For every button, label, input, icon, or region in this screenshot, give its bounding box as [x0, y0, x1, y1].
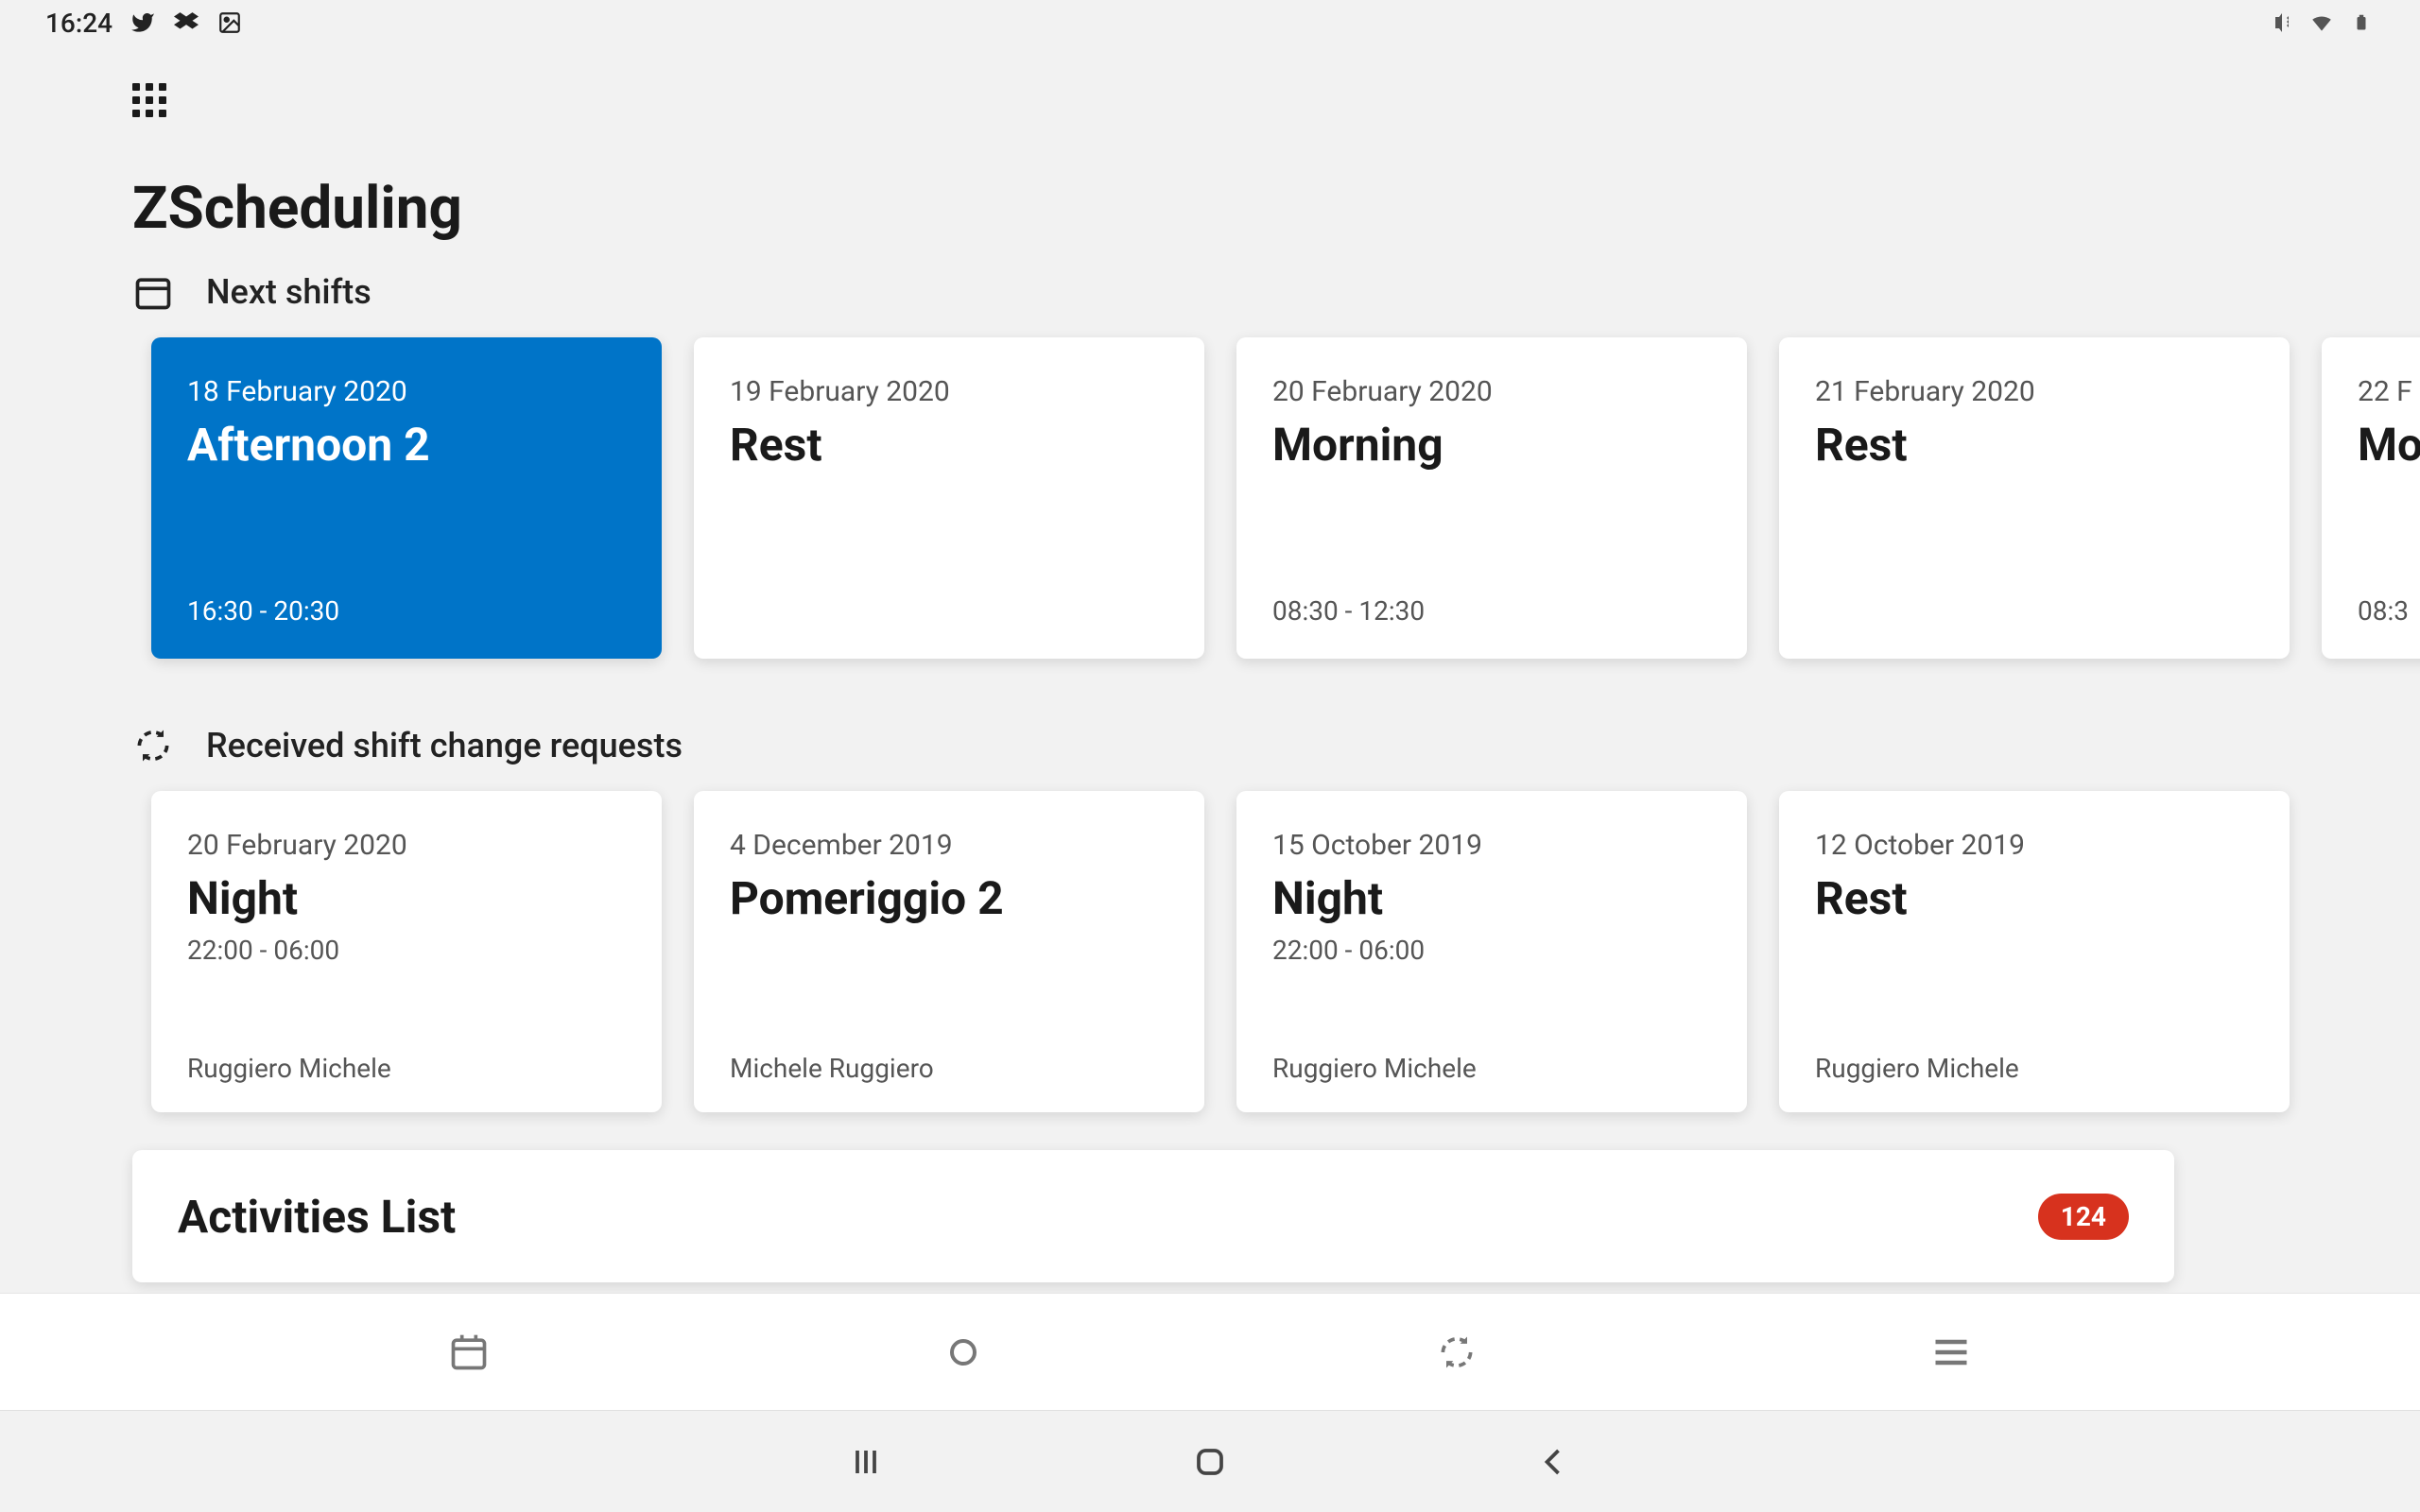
refresh-icon: [132, 725, 174, 766]
dropbox-icon: [173, 9, 199, 36]
shift-card-time: 08:3: [2358, 595, 2420, 627]
next-shifts-row[interactable]: 18 February 2020 Afternoon 2 16:30 - 20:…: [151, 337, 2288, 659]
shift-card-time: 08:30 - 12:30: [1272, 595, 1711, 627]
request-card[interactable]: 12 October 2019 Rest Ruggiero Michele: [1779, 791, 2290, 1112]
request-card-date: 12 October 2019: [1815, 829, 2254, 862]
shift-card-date: 21 February 2020: [1815, 375, 2254, 408]
mute-icon: [2269, 9, 2295, 36]
shift-card-date: 19 February 2020: [730, 375, 1168, 408]
nav-sync-icon[interactable]: [1432, 1328, 1481, 1377]
shift-card-name: Rest: [1815, 418, 2254, 472]
shift-card-name: Rest: [730, 418, 1168, 472]
wifi-icon: [2308, 9, 2335, 36]
requests-header: Received shift change requests: [132, 725, 2288, 766]
request-card-requester: Ruggiero Michele: [1815, 1053, 2254, 1084]
request-card-date: 15 October 2019: [1272, 829, 1711, 862]
status-bar-left: 16:24: [45, 8, 243, 39]
shift-card-date: 22 F: [2358, 375, 2420, 408]
shift-card[interactable]: 21 February 2020 Rest: [1779, 337, 2290, 659]
system-back-icon[interactable]: [1533, 1441, 1575, 1483]
app-root: ZScheduling Next shifts 18 February 2020…: [0, 45, 2420, 1282]
activities-title: Activities List: [178, 1190, 456, 1244]
system-nav-bar: [0, 1410, 2420, 1512]
requests-row[interactable]: 20 February 2020 Night 22:00 - 06:00 Rug…: [151, 791, 2288, 1112]
nav-menu-icon[interactable]: [1927, 1328, 1976, 1377]
shift-card-date: 20 February 2020: [1272, 375, 1711, 408]
shift-card-time: 16:30 - 20:30: [187, 595, 626, 627]
activities-count-badge: 124: [2038, 1194, 2129, 1240]
requests-title: Received shift change requests: [206, 726, 683, 765]
shift-card[interactable]: 20 February 2020 Morning 08:30 - 12:30: [1236, 337, 1747, 659]
request-card[interactable]: 15 October 2019 Night 22:00 - 06:00 Rugg…: [1236, 791, 1747, 1112]
request-card-name: Night: [187, 871, 626, 925]
shift-card-name: Morning: [1272, 418, 1711, 472]
request-card-date: 20 February 2020: [187, 829, 626, 862]
system-home-icon[interactable]: [1189, 1441, 1231, 1483]
next-shifts-header: Next shifts: [132, 271, 2288, 313]
shift-card-name: Mo: [2358, 418, 2420, 472]
status-bar: 16:24: [0, 0, 2420, 45]
request-card-requester: Michele Ruggiero: [730, 1053, 1168, 1084]
request-card[interactable]: 4 December 2019 Pomeriggio 2 Michele Rug…: [694, 791, 1204, 1112]
activities-panel[interactable]: Activities List 124: [132, 1150, 2174, 1282]
nav-calendar-icon[interactable]: [444, 1328, 493, 1377]
request-card-time: 22:00 - 06:00: [1272, 935, 1711, 966]
shift-card-name: Afternoon 2: [187, 418, 626, 472]
shift-card[interactable]: 18 February 2020 Afternoon 2 16:30 - 20:…: [151, 337, 662, 659]
shift-card-date: 18 February 2020: [187, 375, 626, 408]
request-card-name: Rest: [1815, 871, 2254, 925]
shift-card[interactable]: 19 February 2020 Rest: [694, 337, 1204, 659]
app-title: ZScheduling: [132, 174, 2288, 243]
request-card[interactable]: 20 February 2020 Night 22:00 - 06:00 Rug…: [151, 791, 662, 1112]
shift-card[interactable]: 22 F Mo 08:3: [2322, 337, 2420, 659]
app-menu-grid-icon[interactable]: [132, 83, 166, 117]
clock-text: 16:24: [45, 8, 112, 39]
request-card-requester: Ruggiero Michele: [187, 1053, 626, 1084]
system-recents-icon[interactable]: [845, 1441, 887, 1483]
twitter-icon: [130, 9, 156, 36]
request-card-requester: Ruggiero Michele: [1272, 1053, 1711, 1084]
app-bottom-nav: [0, 1293, 2420, 1410]
next-shifts-title: Next shifts: [206, 272, 372, 312]
battery-icon: [2348, 9, 2375, 36]
request-card-name: Pomeriggio 2: [730, 871, 1168, 925]
request-card-date: 4 December 2019: [730, 829, 1168, 862]
request-card-time: 22:00 - 06:00: [187, 935, 626, 966]
image-icon: [216, 9, 243, 36]
request-card-name: Night: [1272, 871, 1711, 925]
calendar-icon: [132, 271, 174, 313]
status-bar-right: [2269, 9, 2375, 36]
nav-circle-icon[interactable]: [939, 1328, 988, 1377]
